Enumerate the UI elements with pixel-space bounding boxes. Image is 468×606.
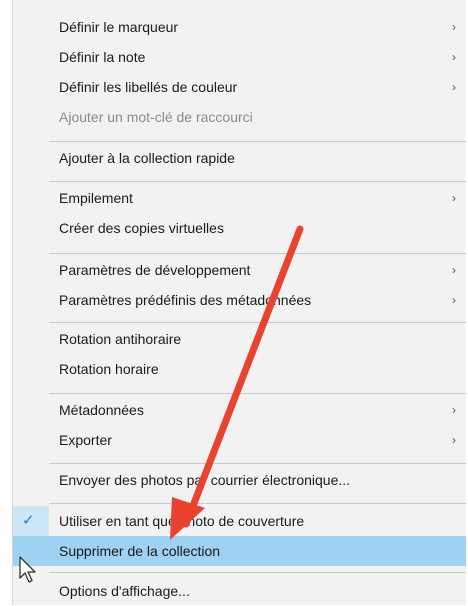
menu-item-label: Paramètres de développement: [59, 262, 251, 278]
menu-item-remove-from-collection[interactable]: Supprimer de la collection: [13, 536, 466, 566]
menu-separator: [49, 393, 466, 394]
menu-item-label: Ajouter un mot-clé de raccourci: [59, 109, 253, 125]
menu-separator: [49, 503, 466, 504]
menu-item-add-shortcut-keyword: Ajouter un mot-clé de raccourci: [13, 102, 466, 132]
chevron-right-icon: ›: [452, 80, 456, 94]
menu-item-label: Définir la note: [59, 49, 146, 65]
menu-separator: [49, 572, 466, 573]
menu-item-label: Ajouter à la collection rapide: [59, 150, 235, 166]
mouse-pointer-icon: [19, 556, 36, 583]
chevron-right-icon: ›: [452, 20, 456, 34]
menu-item-label: Paramètres prédéfinis des métadonnées: [59, 292, 312, 308]
check-strip: ✓: [13, 506, 49, 536]
menu-item-export[interactable]: Exporter ›: [13, 425, 466, 455]
menu-item-label: Supprimer de la collection: [59, 543, 221, 559]
menu-item-label: Utiliser en tant que photo de couverture: [59, 513, 305, 529]
menu-item-label: Options d'affichage...: [59, 583, 190, 599]
menu-separator: [49, 141, 466, 142]
menu-item-add-to-quick-collection[interactable]: Ajouter à la collection rapide: [13, 143, 466, 173]
chevron-right-icon: ›: [452, 433, 456, 447]
menu-item-metadata[interactable]: Métadonnées ›: [13, 395, 466, 425]
chevron-right-icon: ›: [452, 50, 456, 64]
menu-item-label: Créer des copies virtuelles: [59, 220, 224, 236]
chevron-right-icon: ›: [452, 263, 456, 277]
menu-separator: [49, 181, 466, 182]
chevron-right-icon: ›: [452, 191, 456, 205]
chevron-right-icon: ›: [452, 403, 456, 417]
menu-item-label: Envoyer des photos par courrier électron…: [59, 472, 351, 488]
menu-separator: [49, 253, 466, 254]
menu-item-create-virtual-copies[interactable]: Créer des copies virtuelles: [13, 213, 466, 243]
menu-item-label: Métadonnées: [59, 402, 144, 418]
menu-item-develop-settings[interactable]: Paramètres de développement ›: [13, 255, 466, 285]
checkmark-icon: ✓: [22, 512, 35, 529]
menu-item-label: Définir les libellés de couleur: [59, 79, 238, 95]
menu-item-set-rating[interactable]: Définir la note ›: [13, 42, 466, 72]
menu-separator: [49, 463, 466, 464]
menu-separator: [49, 322, 466, 323]
menu-item-metadata-presets[interactable]: Paramètres prédéfinis des métadonnées ›: [13, 285, 466, 315]
menu-item-set-color-label[interactable]: Définir les libellés de couleur ›: [13, 72, 466, 102]
menu-item-stacking[interactable]: Empilement ›: [13, 183, 466, 213]
menu-item-rotate-right[interactable]: Rotation horaire: [13, 354, 466, 384]
menu-item-label: Empilement: [59, 190, 133, 206]
context-menu: Définir le marqueur › Définir la note › …: [12, 0, 466, 605]
menu-item-label: Rotation horaire: [59, 361, 159, 377]
menu-item-label: Rotation antihoraire: [59, 331, 182, 347]
menu-item-rotate-left[interactable]: Rotation antihoraire: [13, 324, 466, 354]
menu-item-label: Exporter: [59, 432, 112, 448]
menu-item-set-flag[interactable]: Définir le marqueur ›: [13, 12, 466, 42]
chevron-right-icon: ›: [452, 293, 456, 307]
menu-item-use-as-cover-photo[interactable]: ✓ Utiliser en tant que photo de couvertu…: [13, 506, 466, 536]
menu-item-view-options[interactable]: Options d'affichage...: [13, 576, 466, 606]
menu-item-label: Définir le marqueur: [59, 19, 179, 35]
menu-item-email-photos[interactable]: Envoyer des photos par courrier électron…: [13, 465, 466, 495]
